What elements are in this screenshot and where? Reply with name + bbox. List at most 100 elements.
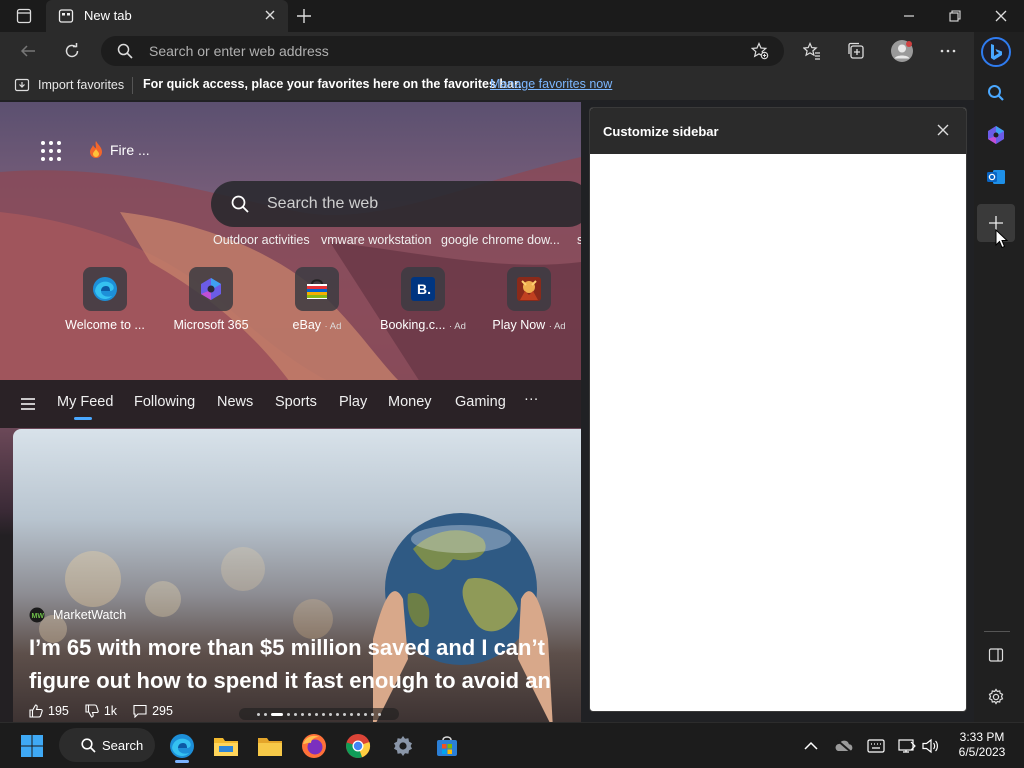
refresh-button[interactable] bbox=[58, 37, 86, 65]
news-headline[interactable]: I’m 65 with more than $5 million saved a… bbox=[29, 631, 581, 697]
favorites-button[interactable] bbox=[798, 37, 826, 65]
bing-chat-button[interactable] bbox=[980, 36, 1012, 68]
close-tab-icon[interactable] bbox=[264, 9, 276, 21]
input-indicator[interactable] bbox=[860, 729, 892, 763]
favorites-icon bbox=[803, 42, 820, 60]
minimize-button[interactable] bbox=[886, 0, 932, 32]
onedrive-status[interactable] bbox=[828, 729, 860, 763]
quick-link-microsoft-365[interactable]: Microsoft 365 bbox=[161, 267, 261, 332]
new-tab-button[interactable] bbox=[293, 6, 315, 26]
weather-widget[interactable]: Fire ... bbox=[86, 140, 150, 160]
comments-button[interactable]: 295 bbox=[133, 704, 173, 718]
taskbar-firefox-button[interactable] bbox=[297, 729, 331, 763]
taskbar-store-button[interactable] bbox=[430, 729, 464, 763]
taskbar-chrome-button[interactable] bbox=[341, 729, 375, 763]
import-favorites-label: Import favorites bbox=[38, 78, 125, 92]
feed-tab-following[interactable]: Following bbox=[134, 394, 195, 410]
cloud-offline-icon bbox=[835, 739, 853, 753]
tab-actions-icon bbox=[16, 8, 32, 24]
bing-icon bbox=[981, 37, 1011, 67]
clock-time: 3:33 PM bbox=[959, 730, 1005, 744]
svg-text:B.: B. bbox=[417, 281, 431, 297]
hide-sidebar-button[interactable] bbox=[984, 643, 1008, 667]
more-icon bbox=[940, 49, 956, 53]
volume-button[interactable] bbox=[916, 729, 946, 763]
trending-search-link[interactable]: google chrome dow... bbox=[441, 233, 560, 247]
thumbs-up-icon bbox=[29, 704, 43, 718]
active-tab-indicator bbox=[74, 417, 92, 420]
quick-link-label: Play Now bbox=[492, 318, 546, 332]
news-card[interactable]: MW MarketWatch I’m 65 with more than $5 … bbox=[13, 429, 581, 722]
trending-search-link[interactable]: Outdoor activities bbox=[213, 233, 310, 247]
news-source[interactable]: MW MarketWatch bbox=[29, 607, 126, 623]
plus-icon bbox=[297, 9, 311, 23]
microsoft-365-icon bbox=[189, 267, 233, 311]
like-count: 195 bbox=[48, 704, 69, 718]
search-icon bbox=[117, 43, 133, 59]
feed-tab-gaming[interactable]: Gaming bbox=[455, 394, 506, 410]
feed-tab-money[interactable]: Money bbox=[388, 394, 432, 410]
quick-link-play-now[interactable]: Play Now · Ad bbox=[479, 267, 579, 332]
marketwatch-icon: MW bbox=[29, 607, 45, 623]
search-icon bbox=[231, 195, 249, 213]
show-hidden-icons-button[interactable] bbox=[795, 729, 827, 763]
ebay-icon bbox=[295, 267, 339, 311]
close-window-button[interactable] bbox=[978, 0, 1024, 32]
web-search-box[interactable]: Search the web bbox=[211, 181, 581, 227]
settings-and-more-button[interactable] bbox=[934, 37, 962, 65]
like-button[interactable]: 195 bbox=[29, 704, 69, 718]
quick-link-label: Welcome to ... bbox=[65, 318, 145, 332]
feed-more-button[interactable]: ··· bbox=[524, 391, 539, 407]
tab-actions-button[interactable] bbox=[10, 6, 38, 26]
customize-sidebar-panel: Customize sidebar bbox=[589, 107, 967, 712]
dislike-button[interactable]: 1k bbox=[85, 704, 117, 718]
search-icon bbox=[988, 85, 1004, 101]
carousel-pagination[interactable] bbox=[239, 708, 399, 720]
address-bar[interactable]: Search or enter web address bbox=[101, 36, 784, 66]
import-icon bbox=[14, 78, 30, 92]
ad-label: · Ad bbox=[448, 321, 466, 332]
collections-button[interactable] bbox=[842, 37, 870, 65]
taskbar-folder-button[interactable] bbox=[253, 729, 287, 763]
restore-button[interactable] bbox=[932, 0, 978, 32]
feed-tab-play[interactable]: Play bbox=[339, 394, 367, 410]
new-tab-page: Fire ... Search the web Outdoor activiti… bbox=[0, 102, 581, 722]
sidebar-microsoft-365-button[interactable] bbox=[984, 123, 1008, 147]
feed-tab-sports[interactable]: Sports bbox=[275, 394, 317, 410]
svg-text:MW: MW bbox=[32, 613, 45, 620]
ad-label: · Ad bbox=[548, 321, 566, 332]
sidebar-settings-button[interactable] bbox=[984, 685, 1008, 709]
close-panel-icon[interactable] bbox=[936, 123, 950, 137]
new-tab-page-icon bbox=[58, 8, 74, 24]
tab-new-tab[interactable]: New tab bbox=[46, 0, 288, 32]
back-button[interactable] bbox=[14, 37, 42, 65]
quick-link-label: Booking.c... bbox=[380, 318, 446, 332]
sidebar-outlook-button[interactable] bbox=[984, 165, 1008, 189]
collections-icon bbox=[848, 42, 864, 59]
sidebar-search-button[interactable] bbox=[984, 81, 1008, 105]
app-launcher-button[interactable] bbox=[40, 140, 62, 162]
manage-favorites-link[interactable]: Manage favorites now bbox=[490, 77, 612, 91]
quick-link-booking[interactable]: B. Booking.c... · Ad bbox=[373, 267, 473, 332]
import-favorites-button[interactable]: Import favorites bbox=[14, 77, 124, 93]
quick-link-welcome[interactable]: Welcome to ... bbox=[55, 267, 155, 332]
mouse-cursor-icon bbox=[995, 229, 1009, 249]
start-button[interactable] bbox=[15, 729, 49, 763]
game-icon bbox=[507, 267, 551, 311]
taskbar-clock[interactable]: 3:33 PM 6/5/2023 bbox=[952, 730, 1012, 760]
taskbar-file-explorer-button[interactable] bbox=[209, 729, 243, 763]
taskbar-edge-button[interactable] bbox=[165, 729, 199, 763]
trending-search-link[interactable]: vmware workstation bbox=[321, 233, 431, 247]
feed-navigation: My Feed Following News Sports Play Money… bbox=[0, 380, 581, 428]
feed-tab-news[interactable]: News bbox=[217, 394, 253, 410]
trending-search-link[interactable]: s bbox=[577, 233, 581, 247]
taskbar-search-button[interactable]: Search bbox=[59, 728, 155, 762]
quick-link-ebay[interactable]: eBay · Ad bbox=[267, 267, 367, 332]
add-favorite-icon[interactable] bbox=[751, 42, 769, 60]
ad-label: · Ad bbox=[324, 321, 342, 332]
taskbar-settings-button[interactable] bbox=[386, 729, 420, 763]
hamburger-menu-icon[interactable] bbox=[20, 397, 36, 411]
edge-icon bbox=[170, 734, 194, 758]
profile-button[interactable] bbox=[888, 37, 916, 65]
feed-tab-my-feed[interactable]: My Feed bbox=[57, 394, 113, 410]
